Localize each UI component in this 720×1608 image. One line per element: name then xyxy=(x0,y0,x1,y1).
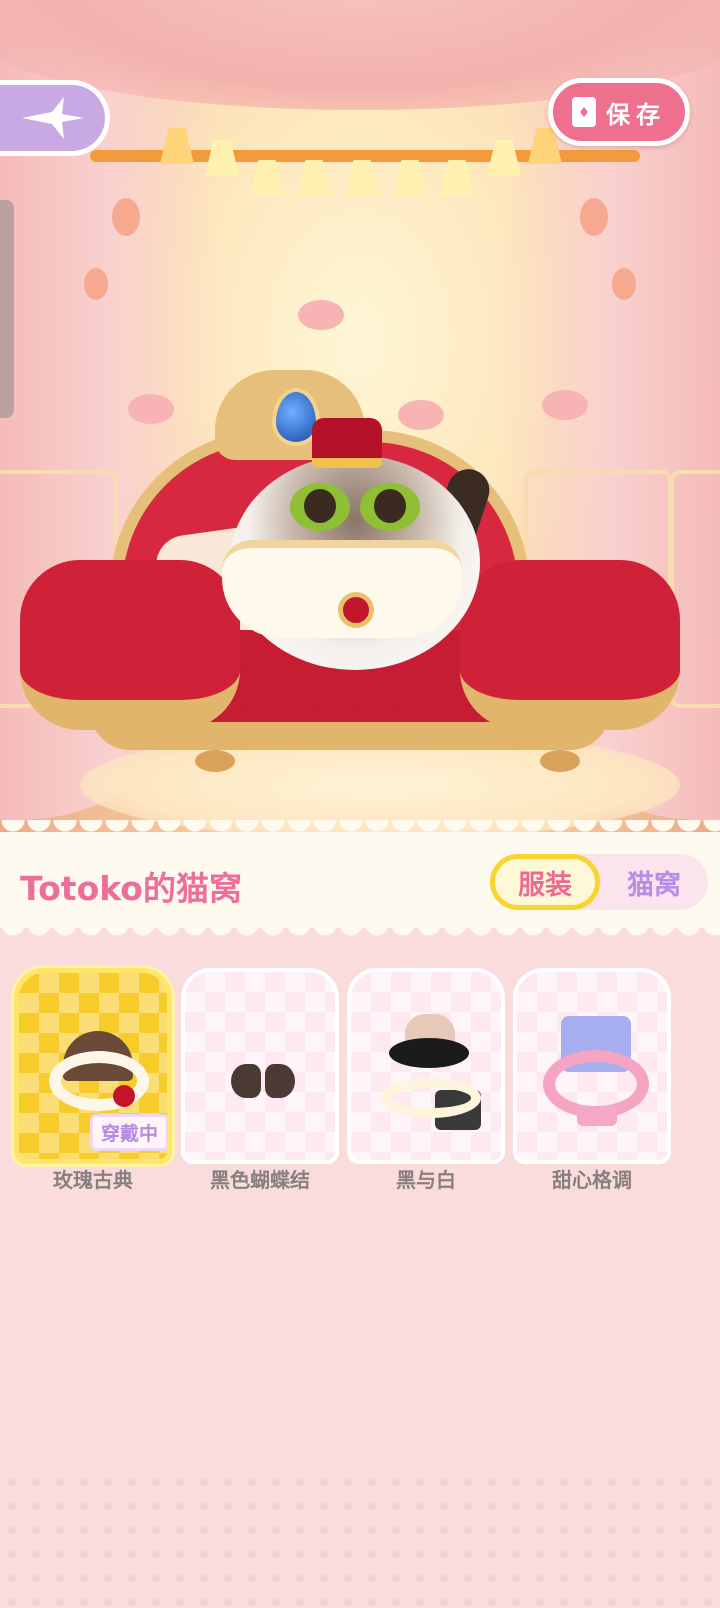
wall-bow-deco xyxy=(298,300,344,330)
wall-heart-deco xyxy=(580,198,608,236)
back-button[interactable] xyxy=(0,80,110,156)
ceiling-lamp xyxy=(297,160,331,196)
tab-outfit[interactable]: 服装 xyxy=(490,854,600,910)
equipped-badge: 穿戴中 xyxy=(89,1114,167,1151)
wardrobe-header: Totoko的猫窝 服装 猫窝 xyxy=(0,820,720,942)
cat-royal-cape xyxy=(222,540,462,638)
crown-icon xyxy=(312,418,382,468)
ceiling-lamp xyxy=(250,160,284,196)
cat-right-eye xyxy=(360,483,420,531)
nest-title: Totoko的猫窝 xyxy=(20,869,242,908)
item-card-black-and-white[interactable]: 黑与白 xyxy=(347,968,505,1192)
item-card-frame: 穿戴中 xyxy=(14,968,172,1164)
black-and-white-outfit-icon xyxy=(375,1014,485,1130)
item-name: 甜心格调 xyxy=(552,1168,632,1192)
sweetheart-outfit-icon xyxy=(541,1016,651,1130)
save-label: 保存 xyxy=(606,100,666,129)
item-name: 黑与白 xyxy=(396,1168,456,1192)
item-card-frame xyxy=(513,968,671,1164)
item-card-frame xyxy=(181,968,339,1164)
item-card-frame xyxy=(347,968,505,1164)
save-document-icon xyxy=(572,97,596,127)
save-button[interactable]: 保存 xyxy=(548,78,690,146)
wall-heart-deco xyxy=(112,198,140,236)
black-bow-icon xyxy=(209,1020,319,1130)
tab-nest[interactable]: 猫窝 xyxy=(600,854,708,910)
item-card-sweetheart[interactable]: 甜心格调 xyxy=(513,968,671,1192)
ceiling-lamp xyxy=(440,160,474,196)
cat-left-eye xyxy=(290,483,350,531)
scallop-edge xyxy=(0,820,720,838)
category-switch: 服装 猫窝 xyxy=(490,854,708,910)
sofa-right-arm xyxy=(460,560,680,730)
item-name: 黑色蝴蝶结 xyxy=(210,1168,310,1192)
bottom-pattern xyxy=(0,1470,720,1608)
sofa-left-arm xyxy=(20,560,240,730)
sofa-foot xyxy=(540,750,580,772)
ruby-brooch-icon xyxy=(338,592,374,628)
scallop-edge xyxy=(0,924,720,942)
item-card-rose-classic[interactable]: 穿戴中 玫瑰古典 xyxy=(14,968,172,1192)
side-drawer-handle[interactable] xyxy=(0,200,14,418)
wall-heart-deco xyxy=(84,268,108,300)
sofa-foot xyxy=(195,750,235,772)
wall-heart-deco xyxy=(612,268,636,300)
sparkle-arrow-icon xyxy=(21,97,84,139)
item-card-black-bow[interactable]: 黑色蝴蝶结 xyxy=(181,968,339,1192)
ceiling-lamp xyxy=(345,160,379,196)
ceiling-lamp xyxy=(393,160,427,196)
item-name: 玫瑰古典 xyxy=(53,1168,133,1192)
